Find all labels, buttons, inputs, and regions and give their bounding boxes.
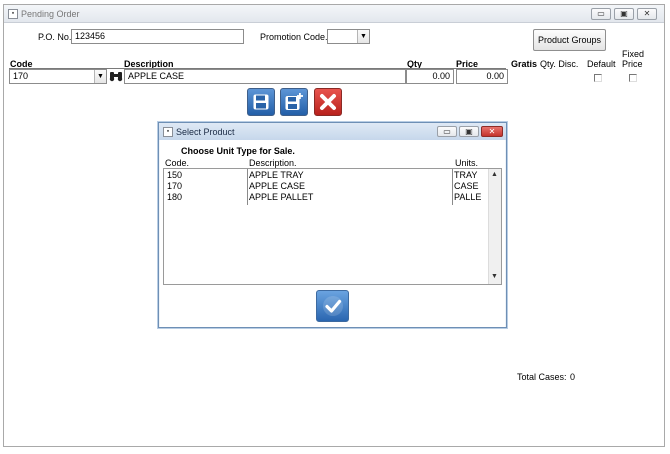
col-fixed-price-line1: Fixed: [622, 49, 645, 59]
checkmark-icon: [322, 296, 343, 316]
ok-button[interactable]: [316, 290, 349, 322]
dialog-minimize-button[interactable]: ▭: [437, 126, 457, 137]
window-title: Pending Order: [21, 9, 80, 19]
description-field[interactable]: APPLE CASE: [124, 69, 406, 84]
item-description: APPLE PALLET: [249, 192, 314, 202]
list-item[interactable]: 180 APPLE PALLET PALLE: [164, 192, 488, 203]
dialog-col-units: Units.: [455, 158, 479, 168]
code-select[interactable]: 170 ▼: [9, 69, 107, 84]
dialog-close-button[interactable]: ✕: [481, 126, 503, 137]
floppy-disk-icon: [253, 94, 269, 110]
total-cases-value: 0: [570, 372, 576, 382]
promotion-code-label: Promotion Code.: [260, 32, 328, 42]
item-code: 180: [167, 192, 183, 202]
item-code: 170: [167, 181, 183, 191]
item-description: APPLE TRAY: [249, 170, 304, 180]
save-button[interactable]: [247, 88, 275, 116]
dialog-title: Select Product: [176, 127, 235, 137]
fixed-price-checkbox[interactable]: [629, 74, 637, 82]
dialog-maximize-button[interactable]: ▣: [459, 126, 479, 137]
red-x-icon: [320, 94, 336, 110]
list-item[interactable]: 170 APPLE CASE CASE: [164, 181, 488, 192]
col-default: Default: [587, 59, 616, 69]
window-title-bar[interactable]: [4, 5, 664, 23]
col-qty-disc: Qty. Disc.: [540, 59, 579, 69]
col-fixed-price-line2: Price: [622, 59, 643, 69]
default-checkbox[interactable]: [594, 74, 602, 82]
col-gratis: Gratis: [511, 59, 538, 69]
maximize-button[interactable]: ▣: [614, 8, 634, 20]
item-units: CASE: [454, 181, 479, 191]
dialog-menu-icon[interactable]: ▪: [163, 127, 173, 137]
save-and-new-button[interactable]: [280, 88, 308, 116]
list-scrollbar[interactable]: [488, 169, 501, 284]
floppy-disk-plus-icon: [285, 93, 303, 110]
po-number-label: P.O. No.: [38, 32, 72, 42]
dialog-col-description: Description.: [249, 158, 297, 168]
po-number-input[interactable]: 123456: [71, 29, 244, 44]
chevron-down-icon[interactable]: ▼: [94, 70, 106, 83]
minimize-button[interactable]: ▭: [591, 8, 611, 20]
window-menu-icon[interactable]: ▪: [8, 9, 18, 19]
scroll-up-icon[interactable]: ▲: [488, 171, 501, 178]
price-field[interactable]: 0.00: [456, 69, 508, 84]
item-description: APPLE CASE: [249, 181, 306, 191]
promotion-code-select[interactable]: ▼: [327, 29, 370, 44]
qty-field[interactable]: 0.00: [406, 69, 454, 84]
dialog-instruction: Choose Unit Type for Sale.: [181, 146, 295, 156]
code-value: 170: [13, 71, 29, 81]
total-cases-label: Total Cases:: [517, 372, 567, 382]
scroll-down-icon[interactable]: ▼: [488, 273, 501, 280]
cancel-button[interactable]: [314, 88, 342, 116]
binoculars-icon[interactable]: [109, 70, 123, 82]
list-item[interactable]: 150 APPLE TRAY TRAY: [164, 170, 488, 181]
item-units: TRAY: [454, 170, 478, 180]
chevron-down-icon[interactable]: ▼: [357, 30, 369, 43]
product-groups-button[interactable]: Product Groups: [533, 29, 606, 51]
item-units: PALLE: [454, 192, 482, 202]
dialog-col-code: Code.: [165, 158, 190, 168]
close-button[interactable]: ✕: [637, 8, 657, 20]
item-code: 150: [167, 170, 183, 180]
